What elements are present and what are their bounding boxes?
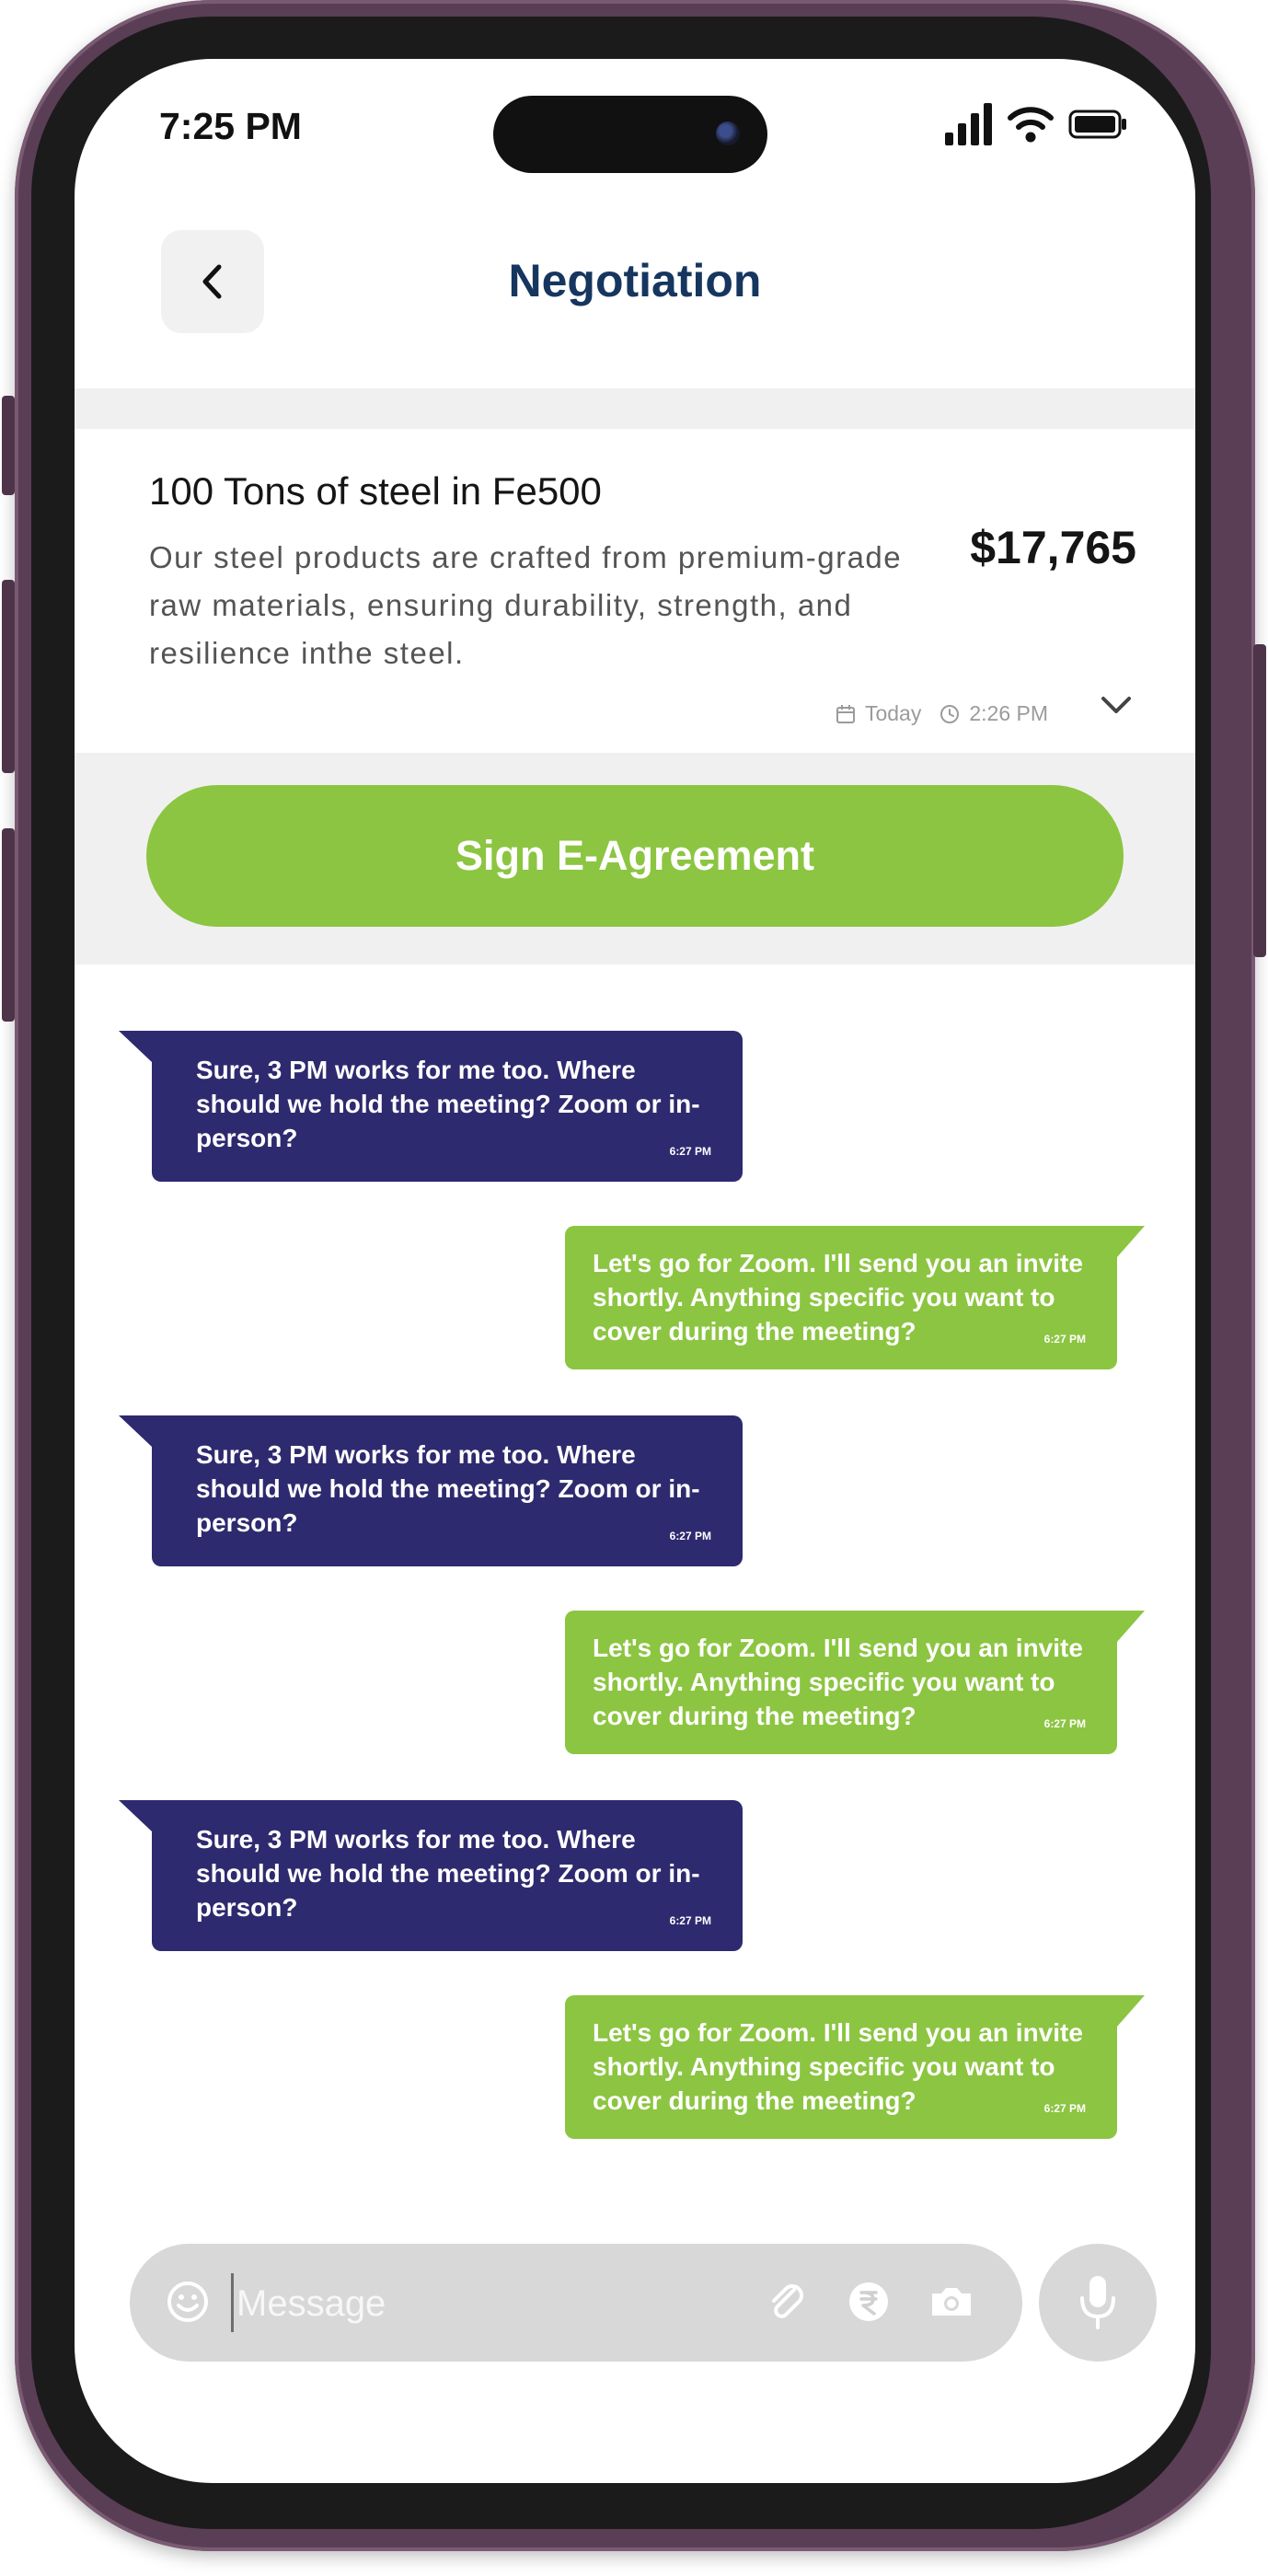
phone-power-button — [1253, 644, 1266, 957]
message-time: 6:27 PM — [669, 1145, 711, 1158]
message-text: Let's go for Zoom. I'll send you an invi… — [593, 2018, 1083, 2115]
battery-icon — [1068, 110, 1126, 139]
message-time: 6:27 PM — [1043, 1717, 1086, 1730]
status-time: 7:25 PM — [159, 105, 302, 147]
message-composer — [130, 2244, 1022, 2362]
header-divider — [75, 388, 1195, 429]
wifi-icon — [1008, 107, 1054, 143]
bubble-tail — [1117, 1226, 1145, 1257]
message-bubble-outgoing[interactable]: Let's go for Zoom. I'll send you an invi… — [565, 1995, 1145, 2139]
rupee-icon[interactable] — [846, 2279, 892, 2325]
message-text: Sure, 3 PM works for me too. Where shoul… — [196, 1825, 700, 1922]
bubble-tail — [119, 1031, 152, 1062]
attachment-icon[interactable] — [763, 2279, 809, 2325]
chevron-down-icon[interactable] — [1100, 694, 1133, 716]
page-title: Negotiation — [508, 255, 762, 306]
product-title: 100 Tons of steel in Fe500 — [149, 469, 602, 513]
calendar-icon — [836, 704, 855, 723]
product-date: Today — [864, 701, 922, 725]
message-input[interactable] — [235, 2271, 754, 2336]
cellular-signal-icon — [945, 103, 992, 145]
message-bubble-incoming[interactable]: Sure, 3 PM works for me too. Where shoul… — [119, 1031, 743, 1182]
message-text: Let's go for Zoom. I'll send you an invi… — [593, 1249, 1083, 1346]
camera-icon[interactable] — [927, 2279, 976, 2325]
product-price: $17,765 — [970, 522, 1136, 573]
message-text: Let's go for Zoom. I'll send you an invi… — [593, 1634, 1083, 1730]
bubble-tail — [1117, 1995, 1145, 2027]
phone-volume-down-button — [2, 828, 15, 1022]
message-time: 6:27 PM — [669, 1914, 711, 1927]
front-camera-icon — [716, 121, 740, 145]
message-time: 6:27 PM — [1043, 1333, 1086, 1346]
message-bubble-outgoing[interactable]: Let's go for Zoom. I'll send you an invi… — [565, 1611, 1145, 1754]
bubble-tail — [119, 1415, 152, 1447]
product-meta: Today 2:26 PM — [836, 701, 1048, 726]
phone-action-button — [2, 396, 15, 495]
screen: 7:25 PM Negotiation 100 Tons of steel in… — [75, 59, 1195, 2483]
message-bubble-outgoing[interactable]: Let's go for Zoom. I'll send you an invi… — [565, 1226, 1145, 1369]
bubble-tail — [1117, 1611, 1145, 1642]
voice-message-button[interactable] — [1039, 2244, 1157, 2362]
message-text: Sure, 3 PM works for me too. Where shoul… — [196, 1056, 700, 1152]
status-icons — [945, 103, 1127, 145]
product-time: 2:26 PM — [969, 701, 1048, 725]
message-time: 6:27 PM — [1043, 2102, 1086, 2115]
bubble-tail — [119, 1800, 152, 1831]
clock-icon — [940, 704, 960, 723]
message-time: 6:27 PM — [669, 1530, 711, 1542]
message-bubble-incoming[interactable]: Sure, 3 PM works for me too. Where shoul… — [119, 1415, 743, 1566]
product-card[interactable]: 100 Tons of steel in Fe500 Our steel pro… — [75, 429, 1195, 753]
emoji-icon[interactable] — [167, 2281, 209, 2323]
phone-volume-up-button — [2, 580, 15, 773]
message-text: Sure, 3 PM works for me too. Where shoul… — [196, 1440, 700, 1537]
microphone-icon — [1080, 2276, 1115, 2329]
message-bubble-incoming[interactable]: Sure, 3 PM works for me too. Where shoul… — [119, 1800, 743, 1951]
sign-e-agreement-button[interactable]: Sign E-Agreement — [146, 785, 1124, 927]
dynamic-island — [493, 96, 767, 173]
product-description: Our steel products are crafted from prem… — [149, 540, 903, 670]
text-caret — [231, 2273, 234, 2332]
